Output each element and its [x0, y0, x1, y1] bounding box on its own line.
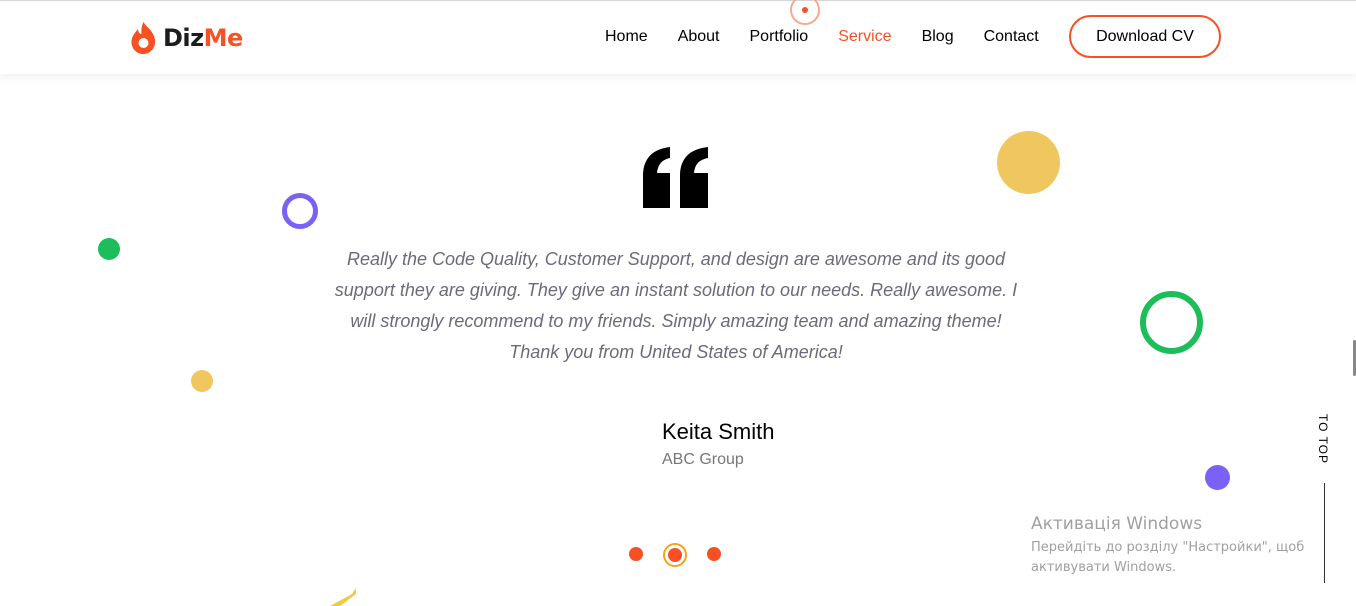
- download-cv-button[interactable]: Download CV: [1069, 15, 1221, 58]
- windows-activation-subtitle: Перейдіть до розділу "Настройки", щоб ак…: [1031, 540, 1305, 575]
- carousel-dot-2-active[interactable]: [663, 543, 687, 567]
- to-top-button[interactable]: TO TOP: [1316, 414, 1330, 464]
- carousel-dot-1[interactable]: [629, 547, 643, 561]
- green-ring: [1140, 291, 1203, 354]
- logo[interactable]: DizMe: [130, 21, 243, 55]
- nav-portfolio[interactable]: Portfolio: [750, 28, 809, 46]
- windows-activation-watermark: Активація Windows Перейдіть до розділу "…: [1031, 512, 1321, 578]
- author-name: Keita Smith: [662, 419, 775, 444]
- main-nav: Home About Portfolio Service Blog Contac…: [605, 28, 1069, 46]
- green-dot: [98, 238, 120, 260]
- purple-dot: [1205, 465, 1230, 490]
- yellow-circle-large: [997, 131, 1060, 194]
- site-header: DizMe Home About Portfolio Service Blog …: [0, 1, 1356, 74]
- nav-contact[interactable]: Contact: [984, 28, 1039, 46]
- cursor-dot: [802, 7, 808, 13]
- yellow-slash-shape: [326, 588, 366, 606]
- nav-home[interactable]: Home: [605, 28, 648, 46]
- purple-ring: [282, 193, 318, 229]
- testimonial-text: Really the Code Quality, Customer Suppor…: [334, 249, 1018, 362]
- nav-service[interactable]: Service: [838, 28, 891, 46]
- flame-icon: [131, 22, 156, 54]
- windows-activation-title: Активація Windows: [1031, 514, 1203, 534]
- quote-icon: [643, 147, 708, 208]
- carousel-dots: [626, 543, 726, 567]
- logo-text-part2: Me: [203, 24, 244, 52]
- nav-about[interactable]: About: [678, 28, 720, 46]
- yellow-dot-small: [191, 370, 213, 392]
- nav-blog[interactable]: Blog: [922, 28, 954, 46]
- author-company: ABC Group: [662, 451, 744, 468]
- to-top-line: [1324, 483, 1325, 583]
- carousel-dot-3[interactable]: [707, 547, 721, 561]
- logo-text: DizMe: [163, 24, 243, 52]
- logo-text-part1: Diz: [163, 24, 204, 52]
